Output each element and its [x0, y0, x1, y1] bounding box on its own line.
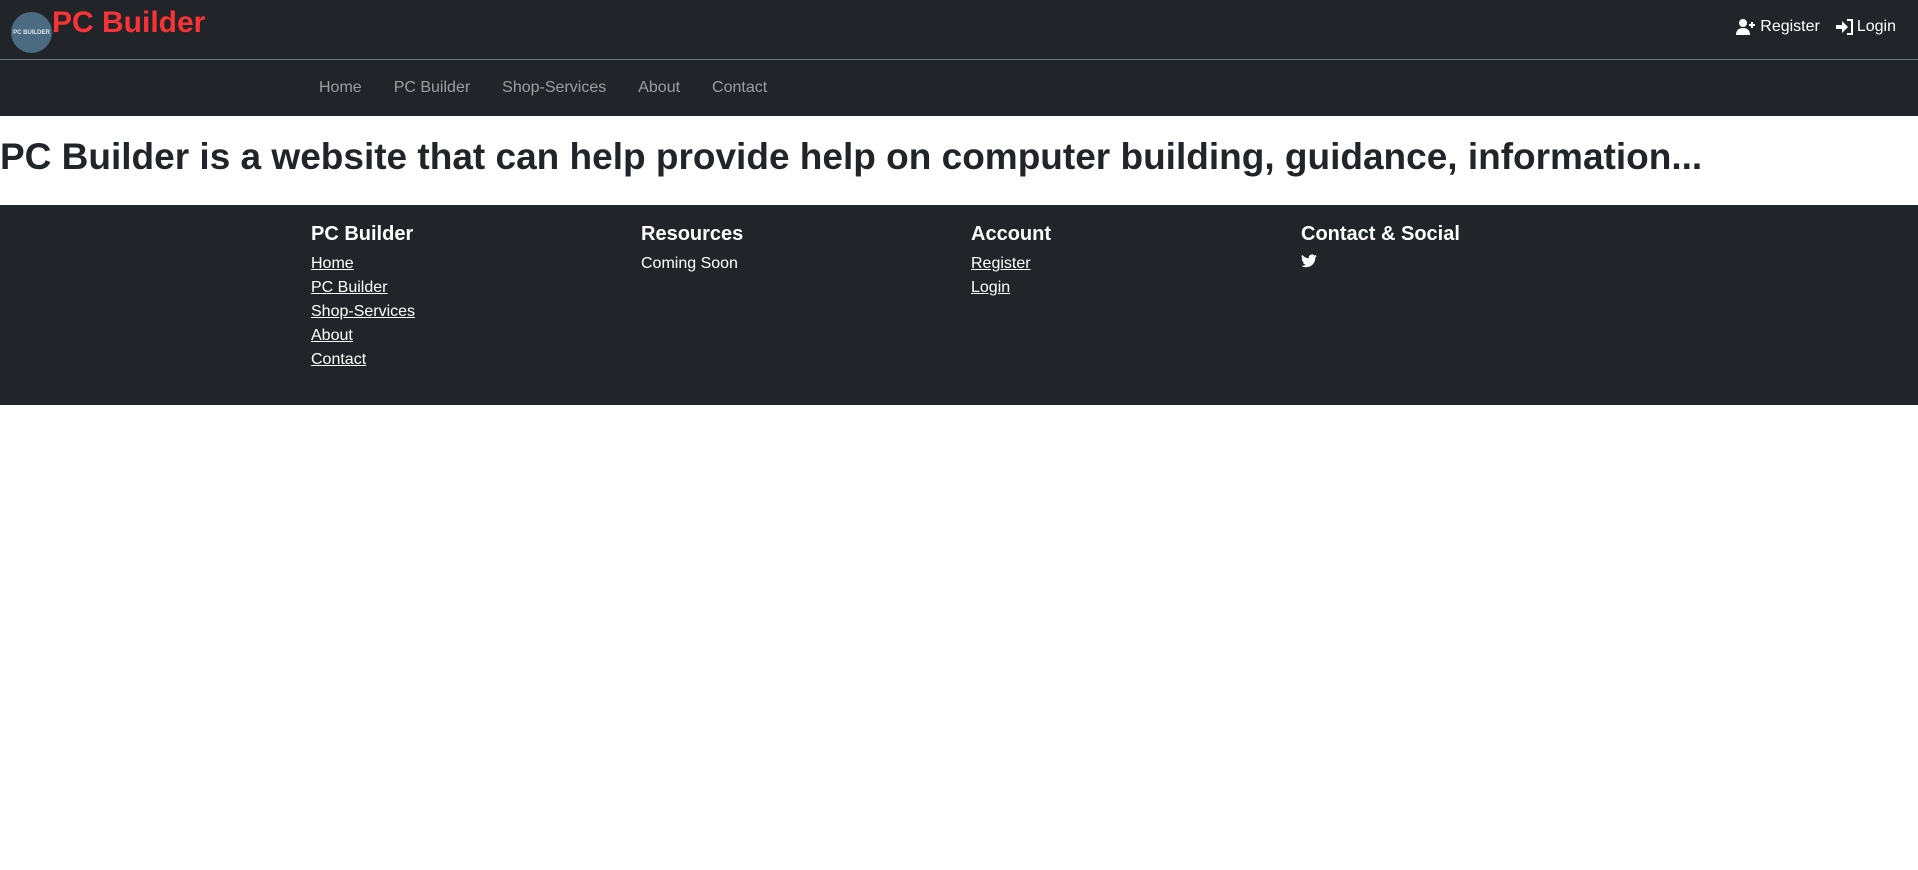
register-link[interactable]: Register [1736, 18, 1820, 36]
footer-link-about[interactable]: About [311, 324, 415, 348]
footer-col-account: Account Register Login [971, 223, 1051, 300]
register-label: Register [1760, 18, 1820, 35]
nav-home[interactable]: Home [303, 79, 378, 97]
footer-link-contact[interactable]: Contact [311, 348, 415, 372]
nav-contact[interactable]: Contact [696, 79, 783, 97]
footer-link-login[interactable]: Login [971, 276, 1051, 300]
top-bar: PC BUILDER PC Builder Register Login [0, 0, 1918, 60]
brand-link[interactable]: PC Builder [52, 6, 205, 40]
footer-col-contact: Contact & Social [1301, 223, 1460, 276]
footer-title: Contact & Social [1301, 223, 1460, 245]
nav-about[interactable]: About [622, 79, 696, 97]
footer-col-resources: Resources Coming Soon [641, 223, 743, 276]
logo[interactable]: PC BUILDER [11, 12, 52, 53]
page-heading: PC Builder is a website that can help pr… [0, 136, 1703, 177]
footer-link-register[interactable]: Register [971, 252, 1051, 276]
footer-link-home[interactable]: Home [311, 252, 415, 276]
footer-title: Resources [641, 223, 744, 245]
footer-title: PC Builder [311, 223, 414, 245]
coming-soon-text: Coming Soon [641, 255, 738, 272]
login-link[interactable]: Login [1835, 18, 1896, 36]
nav-shop-services[interactable]: Shop-Services [486, 79, 622, 97]
auth-links: Register Login [1736, 18, 1896, 36]
sign-in-icon [1835, 19, 1853, 35]
twitter-icon [1301, 254, 1317, 268]
nav-pc-builder[interactable]: PC Builder [378, 79, 486, 97]
footer-link-shop-services[interactable]: Shop-Services [311, 300, 415, 324]
footer: PC Builder Home PC Builder Shop-Services… [0, 205, 1918, 405]
user-plus-icon [1736, 19, 1756, 35]
twitter-link[interactable] [1301, 252, 1460, 276]
footer-link-pc-builder[interactable]: PC Builder [311, 276, 415, 300]
login-label: Login [1856, 18, 1896, 35]
footer-col-pc-builder: PC Builder Home PC Builder Shop-Services… [311, 223, 415, 372]
main-nav: Home PC Builder Shop-Services About Cont… [0, 60, 1918, 116]
footer-title: Account [971, 223, 1051, 245]
